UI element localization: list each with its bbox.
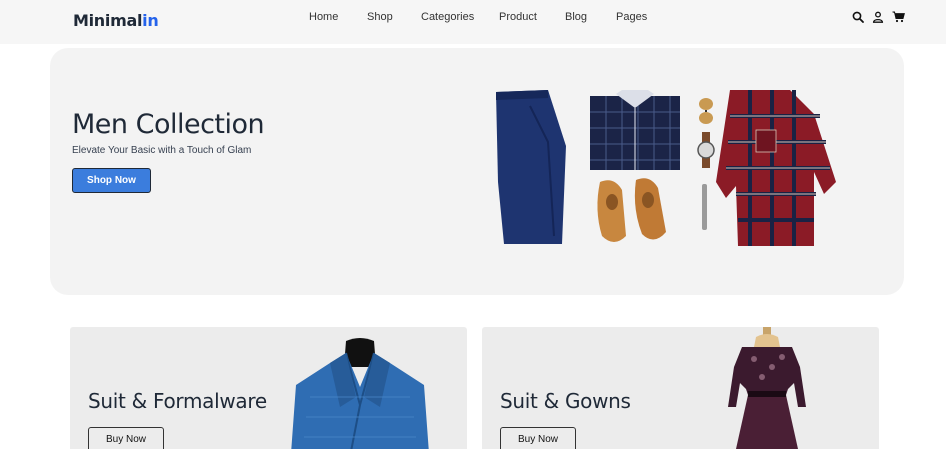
category-card-gowns[interactable]: Suit & Gowns Buy Now xyxy=(482,327,879,449)
cart-icon[interactable] xyxy=(892,10,906,24)
shop-now-button[interactable]: Shop Now xyxy=(72,168,151,193)
nav-categories[interactable]: Categories xyxy=(421,11,474,23)
men-collection-image xyxy=(496,90,836,246)
blazer-image xyxy=(291,338,429,449)
nav-blog[interactable]: Blog xyxy=(565,11,587,23)
category-title: Suit & Formalware xyxy=(88,389,267,413)
nav-product[interactable]: Product xyxy=(499,11,537,23)
user-icon[interactable] xyxy=(872,10,886,24)
trousers-image xyxy=(496,90,566,244)
header-icons xyxy=(852,10,906,24)
sunglasses-image xyxy=(699,98,713,124)
buy-now-button[interactable]: Buy Now xyxy=(500,427,576,449)
nav-home[interactable]: Home xyxy=(309,11,338,23)
nav-pages[interactable]: Pages xyxy=(616,11,647,23)
category-title: Suit & Gowns xyxy=(500,389,631,413)
bracelet-image xyxy=(702,184,707,230)
main-nav: Home Shop Categories Product Blog Pages xyxy=(0,11,946,25)
plaid-shirt-image xyxy=(716,90,836,246)
hero-title: Men Collection xyxy=(72,109,265,140)
shoes-image xyxy=(597,178,666,242)
gown-image xyxy=(728,327,806,449)
checked-shirt-image xyxy=(590,90,680,170)
hero-banner: Men Collection Elevate Your Basic with a… xyxy=(50,48,904,295)
nav-shop[interactable]: Shop xyxy=(367,11,393,23)
search-icon[interactable] xyxy=(852,10,866,24)
hero-subtitle: Elevate Your Basic with a Touch of Glam xyxy=(72,145,252,156)
buy-now-button[interactable]: Buy Now xyxy=(88,427,164,449)
site-header: Minimalin Home Shop Categories Product B… xyxy=(0,0,946,44)
category-card-suits[interactable]: Suit & Formalware Buy Now xyxy=(70,327,467,449)
watch-image xyxy=(697,132,715,168)
